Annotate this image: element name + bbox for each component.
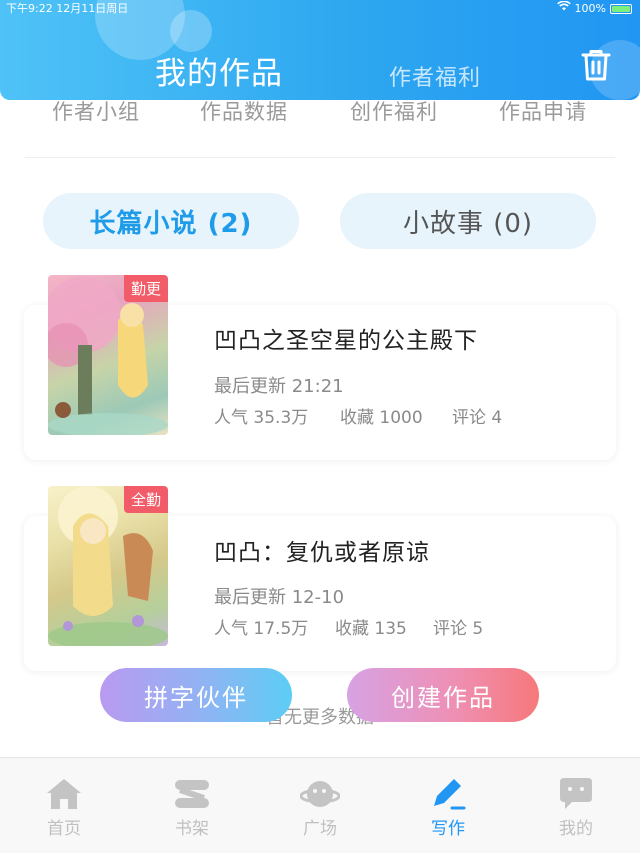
divider	[25, 157, 615, 158]
book-popularity: 人气 17.5万	[214, 619, 309, 639]
quick-link-author-group[interactable]: 作者小组	[52, 96, 140, 126]
book-cover-image[interactable]: 全勤	[48, 486, 168, 646]
book-last-update: 最后更新 12-10	[214, 587, 345, 608]
planet-icon	[299, 776, 341, 812]
segment-story-button[interactable]: 小故事 (0)	[340, 193, 596, 249]
bottom-tab-bar: 首页 书架 广场 写作 我的	[0, 757, 640, 853]
book-favorites: 收藏 1000	[340, 408, 423, 428]
battery-icon	[610, 4, 632, 14]
tab-writing-label: 写作	[431, 819, 465, 839]
tab-plaza-label: 广场	[303, 819, 337, 839]
status-bar: 下午9:22 12月11日周日 100%	[0, 0, 640, 18]
status-badge: 勤更	[123, 275, 168, 302]
book-comments: 评论 4	[452, 408, 503, 428]
pen-icon	[428, 776, 468, 812]
tab-mine[interactable]: 我的	[512, 758, 640, 853]
tab-author-benefits[interactable]: 作者福利	[389, 60, 481, 92]
chat-bubble-icon	[556, 776, 596, 812]
book-title[interactable]: 凹凸：复仇或者原谅	[214, 533, 430, 567]
battery-percent: 100%	[574, 2, 606, 15]
book-popularity: 人气 35.3万	[214, 408, 309, 428]
tab-plaza[interactable]: 广场	[256, 758, 384, 853]
tab-bookshelf[interactable]: 书架	[128, 758, 256, 853]
writing-partner-button[interactable]: 拼字伙伴	[100, 668, 292, 722]
book-last-update: 最后更新 21:21	[214, 376, 344, 397]
segment-novel-button[interactable]: 长篇小说 (2)	[43, 193, 299, 249]
tab-writing[interactable]: 写作	[384, 758, 512, 853]
status-time: 下午9:22 12月11日周日	[6, 2, 129, 15]
tab-my-works[interactable]: 我的作品	[155, 48, 283, 93]
tab-bookshelf-label: 书架	[175, 819, 209, 839]
bookshelf-icon	[172, 776, 212, 812]
book-favorites: 收藏 135	[335, 619, 407, 639]
home-icon	[44, 776, 84, 812]
no-more-data-text: 暂无更多数据	[266, 707, 374, 728]
header-bar: 下午9:22 12月11日周日 100% 我的作品 作者福利	[0, 0, 640, 100]
create-work-button[interactable]: 创建作品	[347, 668, 539, 722]
tab-home-label: 首页	[47, 819, 81, 839]
tab-home[interactable]: 首页	[0, 758, 128, 853]
book-cover-image[interactable]: 勤更	[48, 275, 168, 435]
book-title[interactable]: 凹凸之圣空星的公主殿下	[214, 321, 478, 355]
quick-link-work-application[interactable]: 作品申请	[499, 96, 587, 126]
wifi-icon	[556, 0, 571, 18]
quick-link-work-data[interactable]: 作品数据	[200, 96, 288, 126]
status-badge: 全勤	[123, 486, 168, 513]
tab-mine-label: 我的	[559, 819, 593, 839]
quick-link-creation-benefits[interactable]: 创作福利	[350, 96, 438, 126]
book-comments: 评论 5	[433, 619, 484, 639]
trash-icon[interactable]	[580, 48, 612, 82]
